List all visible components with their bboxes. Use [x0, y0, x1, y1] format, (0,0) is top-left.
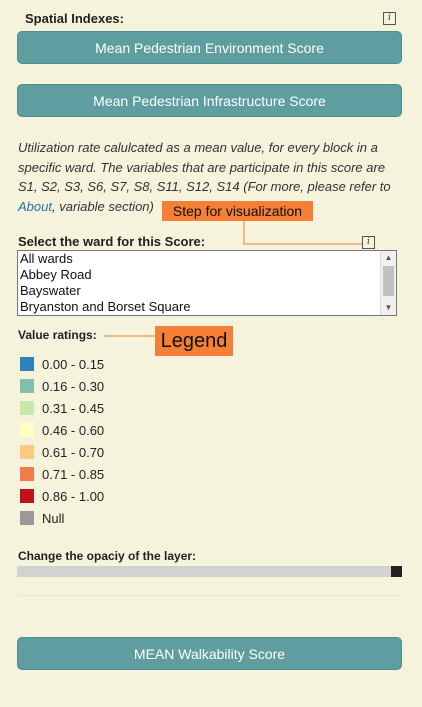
legend-label: 0.46 - 0.60: [42, 422, 105, 438]
ward-option-bryanston[interactable]: Bryanston and Borset Square: [18, 299, 396, 315]
legend-swatch: [20, 467, 34, 481]
divider: [17, 595, 402, 596]
legend-item: Null: [20, 509, 64, 527]
mean-walkability-button[interactable]: MEAN Walkability Score: [17, 637, 402, 670]
legend-item: 0.16 - 0.30: [20, 377, 104, 395]
legend-label: 0.71 - 0.85: [42, 466, 105, 482]
legend-label: 0.86 - 1.00: [42, 488, 105, 504]
legend-callout: Legend: [155, 326, 233, 356]
legend-label: 0.16 - 0.30: [42, 378, 105, 394]
opacity-slider-thumb[interactable]: [391, 566, 402, 577]
opacity-label: Change the opaciy of the layer:: [18, 549, 197, 563]
legend-swatch: [20, 423, 34, 437]
legend-swatch: [20, 379, 34, 393]
legend-item: 0.61 - 0.70: [20, 443, 104, 461]
value-ratings-title: Value ratings:: [18, 328, 97, 342]
legend-swatch: [20, 489, 34, 503]
legend-item: 0.71 - 0.85: [20, 465, 104, 483]
scroll-thumb[interactable]: [383, 266, 394, 296]
legend-label: 0.31 - 0.45: [42, 400, 105, 416]
ward-select-label: Select the ward for this Score:: [18, 234, 206, 249]
ward-option-abbey-road[interactable]: Abbey Road: [18, 267, 396, 283]
legend-item: 0.46 - 0.60: [20, 421, 104, 439]
legend-label: 0.00 - 0.15: [42, 356, 105, 372]
legend-item: 0.86 - 1.00: [20, 487, 104, 505]
ward-info-icon[interactable]: i: [362, 236, 375, 249]
scroll-up-icon[interactable]: ▲: [381, 251, 396, 265]
legend-item: 0.31 - 0.45: [20, 399, 104, 417]
legend-swatch: [20, 357, 34, 371]
ward-listbox[interactable]: All wards Abbey Road Bayswater Bryanston…: [17, 250, 397, 316]
legend-label: Null: [42, 510, 65, 526]
opacity-slider[interactable]: [17, 566, 402, 577]
ward-option-bayswater[interactable]: Bayswater: [18, 283, 396, 299]
legend-swatch: [20, 511, 34, 525]
scroll-down-icon[interactable]: ▼: [381, 301, 396, 315]
legend-swatch: [20, 401, 34, 415]
ward-scrollbar[interactable]: ▲ ▼: [380, 251, 396, 315]
legend-swatch: [20, 445, 34, 459]
step-connector-line: [243, 221, 362, 245]
ward-option-all[interactable]: All wards: [18, 251, 396, 267]
legend-item: 0.00 - 0.15: [20, 355, 104, 373]
legend-label: 0.61 - 0.70: [42, 444, 105, 460]
